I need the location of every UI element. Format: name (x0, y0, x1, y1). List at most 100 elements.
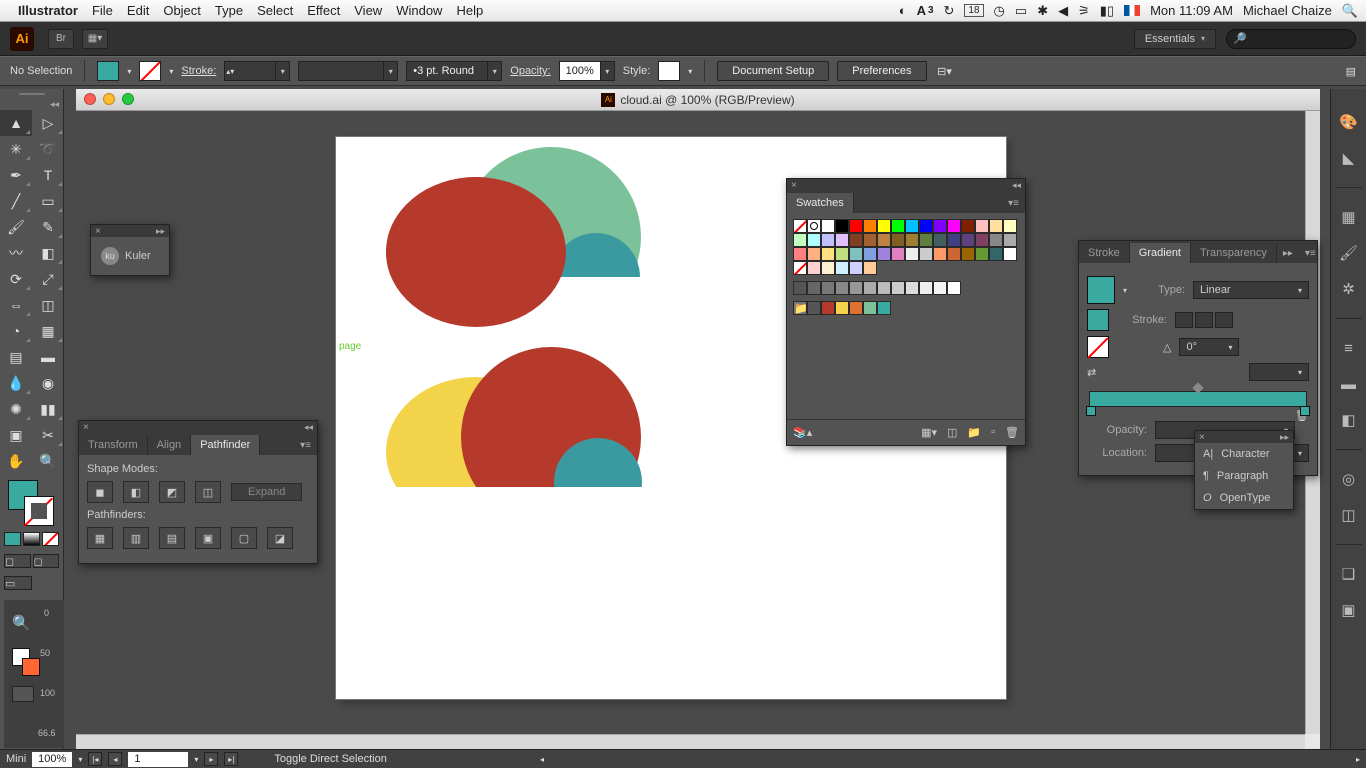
swatch[interactable] (989, 233, 1003, 247)
swatch[interactable] (835, 247, 849, 261)
zoom-window-button[interactable] (122, 93, 134, 105)
panel-menu-icon[interactable]: ▾≡ (1299, 244, 1322, 263)
stroke-color-box[interactable] (24, 496, 54, 526)
swatch[interactable] (863, 261, 877, 275)
gradient-angle-field[interactable]: 0°▾ (1179, 338, 1239, 356)
paintbrush-tool[interactable]: 🖌 (0, 214, 32, 240)
view-mode-icon[interactable] (12, 686, 34, 702)
swatch[interactable] (919, 247, 933, 261)
merge-button[interactable]: ▤ (159, 527, 185, 549)
fill-stroke-control[interactable] (0, 474, 63, 530)
menu-select[interactable]: Select (257, 3, 293, 18)
app-menu[interactable]: Illustrator (18, 3, 78, 18)
symbol-sprayer-tool[interactable]: ✺ (0, 396, 32, 422)
magic-wand-tool[interactable]: ✳ (0, 136, 32, 162)
new-color-group-icon[interactable]: 📁 (967, 426, 981, 439)
rectangle-tool[interactable]: ▭ (32, 188, 64, 214)
arrange-documents-button[interactable]: ▦▾ (82, 29, 108, 49)
shape-builder-tool[interactable]: ◔ (0, 318, 32, 344)
trim-button[interactable]: ▥ (123, 527, 149, 549)
swatch[interactable] (933, 219, 947, 233)
tab-stroke[interactable]: Stroke (1079, 243, 1130, 263)
align-to-button[interactable]: ⊟▾ (935, 62, 955, 80)
kuler-icon[interactable]: ku (101, 247, 119, 265)
color-panel-icon[interactable]: 🎨 (1338, 111, 1360, 133)
close-icon[interactable]: × (791, 180, 797, 191)
swatch[interactable] (905, 247, 919, 261)
exclude-button[interactable]: ◫ (195, 481, 221, 503)
stroke-swatch[interactable] (139, 61, 161, 81)
graphic-styles-panel-icon[interactable]: ◫ (1338, 504, 1360, 526)
swatch[interactable] (821, 281, 835, 295)
color-mode-button[interactable] (4, 532, 21, 546)
swatch[interactable] (877, 233, 891, 247)
swatch[interactable] (807, 281, 821, 295)
swatch[interactable] (863, 281, 877, 295)
gradient-ramp[interactable] (1089, 391, 1307, 407)
swatch[interactable] (947, 247, 961, 261)
none-mode-button[interactable] (42, 532, 59, 546)
gradient-mode-button[interactable] (23, 532, 40, 546)
draw-behind-button[interactable]: ◻ (33, 554, 60, 568)
swatch[interactable] (919, 281, 933, 295)
sync-icon[interactable]: ↻ (944, 3, 955, 19)
lasso-tool[interactable]: ➰ (32, 136, 64, 162)
zoom-field[interactable]: 100% (32, 752, 72, 767)
expand-button[interactable]: Expand (231, 483, 302, 501)
swatch[interactable] (835, 301, 849, 315)
swatch[interactable] (807, 301, 821, 315)
character-panel-item[interactable]: A|Character (1195, 443, 1293, 465)
swatch[interactable] (961, 247, 975, 261)
swatch[interactable] (863, 233, 877, 247)
menu-edit[interactable]: Edit (127, 3, 149, 18)
last-artboard-button[interactable]: ▸| (224, 752, 238, 766)
pencil-tool[interactable]: ✎ (32, 214, 64, 240)
selection-tool[interactable]: ▲ (0, 110, 32, 136)
aspect-ratio-field[interactable]: ▾ (1249, 363, 1309, 381)
calendar-icon[interactable]: 18 (964, 4, 983, 17)
rotate-tool[interactable]: ⟳ (0, 266, 32, 292)
swatch-options-icon[interactable]: ◫ (947, 426, 957, 439)
expand-panel-icon[interactable]: ▸▸ (1277, 244, 1299, 263)
swatch[interactable] (947, 281, 961, 295)
swatch[interactable] (821, 219, 835, 233)
prev-artboard-button[interactable]: ◂ (108, 752, 122, 766)
transparency-panel-icon[interactable]: ◧ (1338, 409, 1360, 431)
artboard-number-field[interactable]: 1 (128, 752, 188, 767)
new-swatch-icon[interactable]: ▫ (991, 426, 995, 439)
free-transform-tool[interactable]: ◫ (32, 292, 64, 318)
swatch[interactable] (905, 233, 919, 247)
swatch[interactable] (863, 301, 877, 315)
color-group-folder-icon[interactable]: 📁 (793, 301, 807, 315)
wifi-icon[interactable]: ⚞ (1078, 3, 1090, 19)
menu-effect[interactable]: Effect (307, 3, 340, 18)
swatch[interactable] (821, 261, 835, 275)
swatch[interactable] (807, 261, 821, 275)
collapse-icon[interactable]: ▸▸ (156, 226, 165, 237)
collapse-icon[interactable]: ▸▸ (1280, 432, 1289, 443)
line-tool[interactable]: ╱ (0, 188, 32, 214)
hand-tool[interactable]: ✋ (0, 448, 32, 474)
column-graph-tool[interactable]: ▮▮ (32, 396, 64, 422)
close-window-button[interactable] (84, 93, 96, 105)
swatch[interactable] (975, 233, 989, 247)
swatch[interactable] (821, 301, 835, 315)
mini-bridge-label[interactable]: Mini (6, 753, 26, 765)
swatch[interactable] (905, 219, 919, 233)
swatches-panel-icon[interactable]: ▦ (1338, 206, 1360, 228)
swatch[interactable] (835, 233, 849, 247)
swatch[interactable] (989, 247, 1003, 261)
swatch[interactable] (877, 301, 891, 315)
blob-brush-tool[interactable]: 〰 (0, 240, 32, 266)
swatch[interactable] (849, 247, 863, 261)
workspace-switcher[interactable]: Essentials ▾ (1134, 29, 1216, 49)
menu-help[interactable]: Help (456, 3, 483, 18)
gradient-fill-preview[interactable] (1087, 276, 1115, 304)
screen-mode-button[interactable]: ▭ (4, 576, 32, 590)
swatch[interactable] (807, 247, 821, 261)
unite-button[interactable]: ◼ (87, 481, 113, 503)
swatch[interactable] (793, 233, 807, 247)
swatch[interactable] (793, 281, 807, 295)
swatch-none[interactable] (793, 261, 807, 275)
tab-pathfinder[interactable]: Pathfinder (191, 435, 260, 455)
